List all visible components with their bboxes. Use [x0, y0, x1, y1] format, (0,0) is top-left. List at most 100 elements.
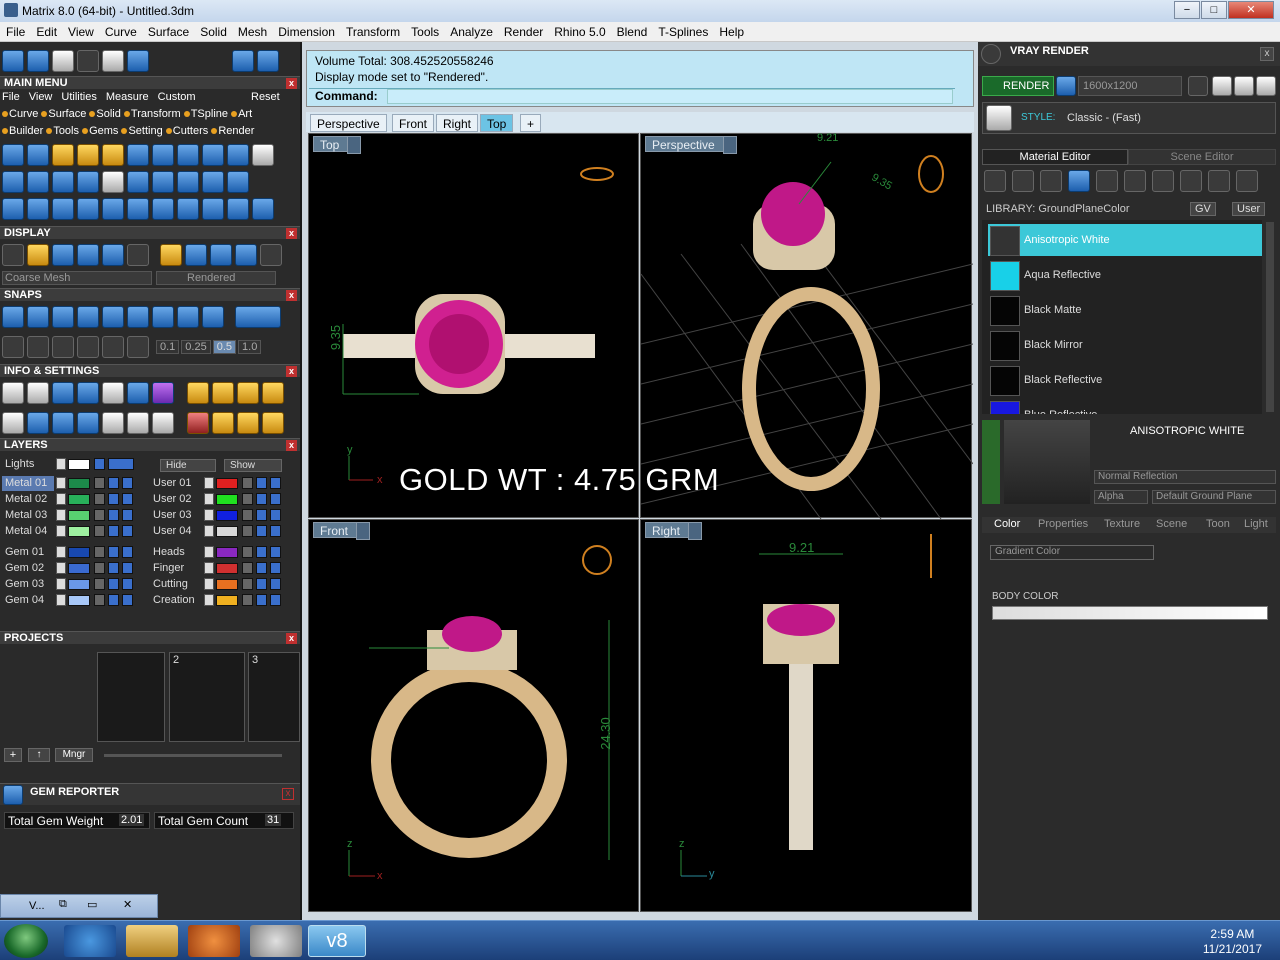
layer-color[interactable] [216, 478, 238, 489]
tool-icon[interactable] [152, 144, 174, 166]
minimize-button[interactable]: − [1174, 1, 1200, 19]
layer-row[interactable]: Metal 02 [2, 492, 142, 507]
resolution-select[interactable]: 1600x1200 [1078, 76, 1182, 96]
expand-arrow-icon[interactable] [204, 509, 214, 521]
render-icon[interactable] [122, 578, 133, 590]
visible-icon[interactable] [108, 493, 119, 505]
collapse-tab[interactable] [982, 420, 1000, 504]
tab-light[interactable]: Light [1244, 518, 1268, 530]
tool-icon[interactable] [2, 144, 24, 166]
gradient-select[interactable]: Gradient Color [990, 545, 1154, 560]
history-icon[interactable] [1188, 76, 1208, 96]
lock-icon[interactable] [242, 525, 253, 537]
tab-front[interactable]: Front [392, 114, 435, 132]
layer-color[interactable] [216, 510, 238, 521]
menu-transform[interactable]: Transform [340, 22, 405, 39]
close-icon[interactable]: ✕ [123, 898, 132, 911]
render-icon[interactable] [270, 477, 281, 489]
close-icon[interactable]: x [286, 366, 297, 377]
layer-row[interactable]: Metal 01 [2, 476, 142, 491]
visible-icon[interactable] [108, 578, 119, 590]
up-arrow-icon[interactable]: ↑ [28, 748, 50, 762]
menu-tools[interactable]: Tools [405, 22, 444, 39]
visible-icon[interactable] [108, 525, 119, 537]
snap-tan-icon[interactable] [177, 306, 199, 328]
layer-color[interactable] [216, 547, 238, 558]
style-select[interactable]: STYLE: Classic - (Fast) [982, 102, 1276, 134]
expand-arrow-icon[interactable] [56, 525, 66, 537]
menu-curve[interactable]: Curve [99, 22, 142, 39]
material-item[interactable]: Blue Reflective [988, 399, 1262, 414]
render-icon[interactable] [270, 493, 281, 505]
layer-row[interactable]: Gem 03 [2, 577, 142, 592]
layer-color[interactable] [68, 547, 90, 558]
info-icon[interactable] [212, 382, 234, 404]
project-slider[interactable] [104, 754, 282, 757]
material-icon[interactable] [1180, 170, 1202, 192]
lock-icon[interactable] [94, 525, 105, 537]
manager-button[interactable]: Mngr [55, 748, 93, 762]
tool-icon[interactable] [77, 171, 99, 193]
lock-icon[interactable] [94, 562, 105, 574]
menu-render[interactable]: Render [498, 22, 548, 39]
layer-row[interactable]: Creation [150, 593, 290, 608]
maximize-icon[interactable]: ▭ [87, 898, 97, 911]
clock[interactable]: 2:59 AM 11/21/2017 [1203, 927, 1262, 957]
visible-icon[interactable] [256, 546, 267, 558]
gem-icon[interactable] [27, 171, 49, 193]
matrix-icon[interactable] [2, 50, 24, 72]
lock-icon[interactable] [242, 509, 253, 521]
layer-row[interactable]: Metal 03 [2, 508, 142, 523]
menu-analyze[interactable]: Analyze [444, 22, 498, 39]
info-icon[interactable] [127, 382, 149, 404]
tab-right[interactable]: Right [436, 114, 479, 132]
info-icon[interactable] [262, 382, 284, 404]
mm-solid[interactable]: Solid [96, 108, 120, 120]
visible-icon[interactable] [256, 562, 267, 574]
body-color-gradient[interactable] [992, 606, 1268, 620]
material-icon[interactable] [185, 244, 207, 266]
back-arrow-icon[interactable] [232, 50, 254, 72]
expand-arrow-icon[interactable] [56, 562, 66, 574]
grid-icon[interactable] [2, 336, 24, 358]
info-icon[interactable] [52, 412, 74, 434]
planar-icon[interactable] [52, 336, 74, 358]
mm-measure[interactable]: Measure [106, 91, 149, 103]
info-icon[interactable] [152, 412, 174, 434]
tool-icon[interactable] [227, 144, 249, 166]
builder-icon[interactable] [27, 50, 49, 72]
layer-row[interactable]: Cutting [150, 577, 290, 592]
render-icon[interactable] [270, 546, 281, 558]
info-icon[interactable] [127, 412, 149, 434]
tool-icon[interactable] [152, 171, 174, 193]
expand-arrow-icon[interactable] [204, 594, 214, 606]
light-icon[interactable] [1236, 170, 1258, 192]
paint-icon[interactable] [250, 925, 302, 957]
render-button[interactable]: RENDER [982, 76, 1054, 96]
info-icon[interactable] [102, 412, 124, 434]
lock-icon[interactable] [94, 509, 105, 521]
ortho-icon[interactable] [27, 336, 49, 358]
menu-blend[interactable]: Blend [611, 22, 653, 39]
pattern-icon[interactable] [1124, 170, 1146, 192]
expand-arrow-icon[interactable] [56, 509, 66, 521]
move-icon[interactable] [102, 198, 124, 220]
reflection-select[interactable]: Normal Reflection [1094, 470, 1276, 484]
circle-icon[interactable] [252, 198, 274, 220]
grid-view-icon[interactable] [1256, 76, 1276, 96]
tool-icon[interactable] [52, 171, 74, 193]
rendered-icon[interactable] [77, 244, 99, 266]
menu-edit[interactable]: Edit [30, 22, 62, 39]
layer-row[interactable]: User 04 [150, 524, 290, 539]
snap-value[interactable]: 1.0 [238, 340, 262, 354]
visible-icon[interactable] [256, 477, 267, 489]
zoom-icon[interactable] [27, 382, 49, 404]
tool-icon[interactable] [177, 144, 199, 166]
list-icon[interactable] [1234, 76, 1254, 96]
close-button[interactable]: ✕ [1228, 1, 1274, 19]
layer-color[interactable] [68, 526, 90, 537]
tool-icon[interactable] [177, 171, 199, 193]
tab-top[interactable]: Top [480, 114, 514, 132]
tool-icon[interactable] [27, 144, 49, 166]
display-mode-select[interactable]: Rendered [156, 271, 276, 285]
